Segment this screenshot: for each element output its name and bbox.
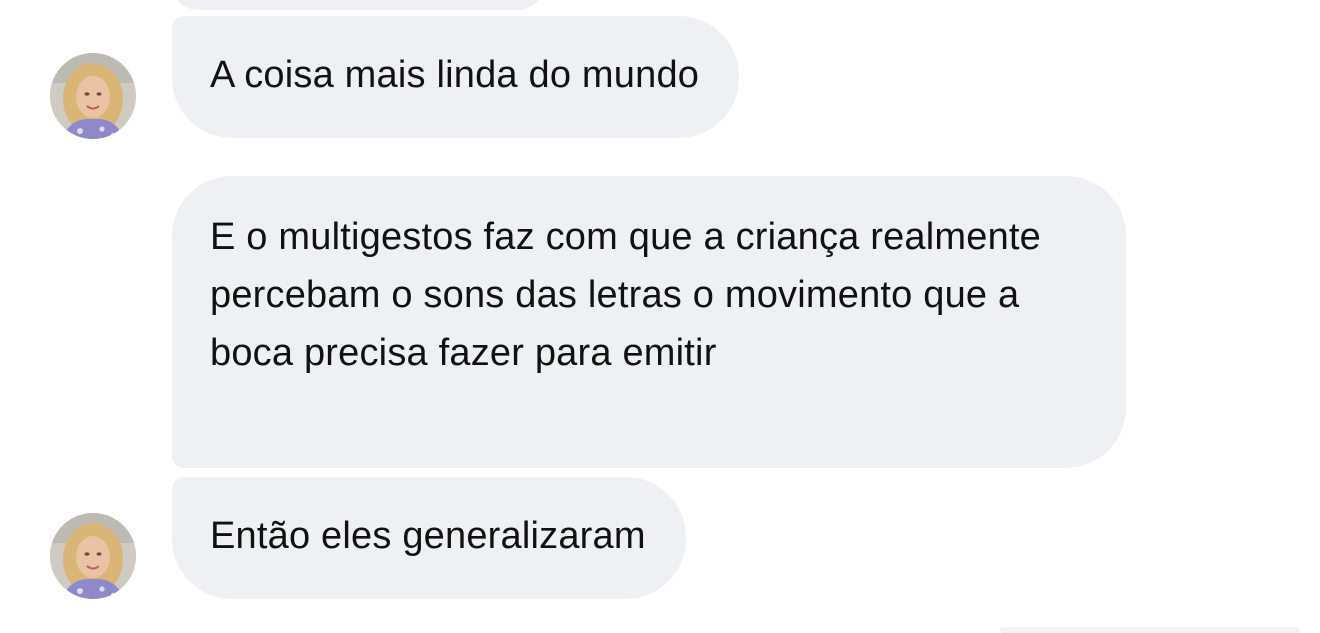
message-text: E o multigestos faz com que a criança re… bbox=[210, 216, 1042, 374]
profile-photo-icon bbox=[50, 513, 136, 599]
message-bubble-previous-partial[interactable] bbox=[172, 0, 544, 10]
message-text: Então eles generalizaram bbox=[210, 515, 646, 557]
sender-avatar-icon[interactable] bbox=[50, 513, 136, 599]
sender-avatar-icon[interactable] bbox=[50, 53, 136, 139]
message-bubble[interactable]: Então eles generalizaram bbox=[172, 477, 686, 599]
message-bubble[interactable]: E o multigestos faz com que a criança re… bbox=[172, 176, 1126, 468]
message-bubble[interactable]: A coisa mais linda do mundo bbox=[172, 16, 740, 138]
bottom-edge-divider bbox=[1000, 627, 1300, 633]
message-text: A coisa mais linda do mundo bbox=[210, 54, 700, 96]
profile-photo-icon bbox=[50, 53, 136, 139]
